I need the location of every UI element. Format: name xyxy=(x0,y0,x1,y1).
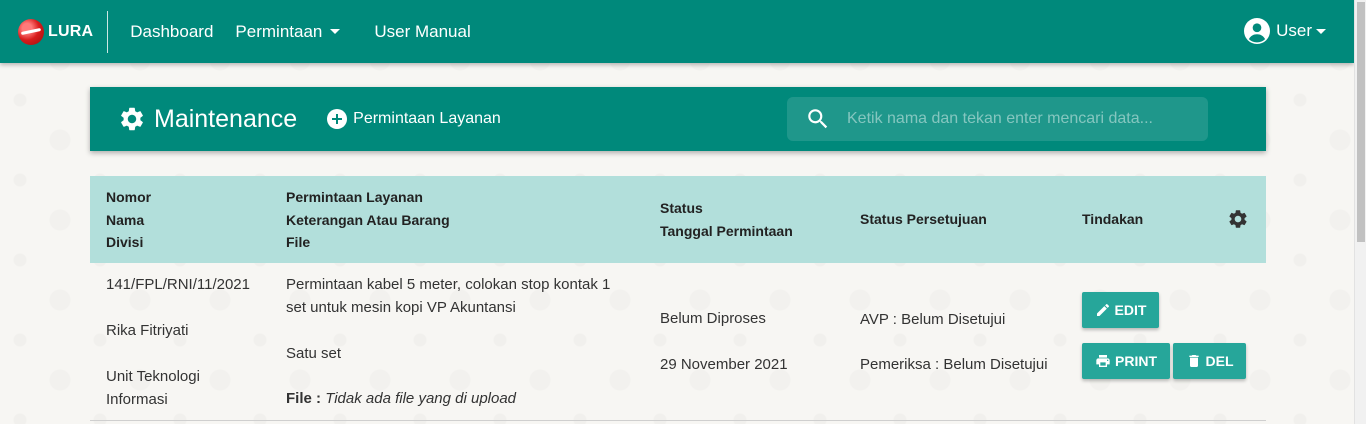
cell-permintaan: Permintaan kabel 5 meter, colokan stop k… xyxy=(286,273,610,319)
add-request-label: Permintaan Layanan xyxy=(353,110,501,127)
cell-nama: Rika Fitriyati xyxy=(106,322,189,339)
header-tindakan: Tindakan xyxy=(1082,211,1144,227)
header-persetujuan: Status Persetujuan xyxy=(860,211,987,227)
column-settings-gear-icon[interactable] xyxy=(1227,208,1249,230)
header-file: File xyxy=(286,234,311,250)
edit-button[interactable]: EDIT xyxy=(1082,292,1159,328)
cell-permintaan-line1: Permintaan kabel 5 meter, colokan stop k… xyxy=(286,276,611,293)
table-header: Nomor Nama Divisi Permintaan Layanan Ket… xyxy=(90,176,1266,263)
cell-keterangan: Satu set xyxy=(286,345,342,362)
cell-divisi-line2: Informasi xyxy=(106,391,168,408)
header-nomor: Nomor xyxy=(106,189,152,205)
search-input[interactable] xyxy=(847,110,1196,128)
header-nama: Nama xyxy=(106,211,145,228)
search-box xyxy=(787,97,1208,141)
user-circle-icon xyxy=(1244,18,1271,44)
header-col-status: Status Tanggal Permintaan xyxy=(660,197,793,242)
user-menu-label: User xyxy=(1276,21,1312,40)
delete-button[interactable]: DEL xyxy=(1173,343,1246,379)
plus-circle-icon xyxy=(327,109,348,129)
page-title: Maintenance xyxy=(118,105,297,134)
cell-divisi: Unit Teknologi Informasi xyxy=(106,365,200,411)
search-icon[interactable] xyxy=(805,106,831,132)
logo-icon xyxy=(18,18,44,45)
delete-button-label: DEL xyxy=(1205,353,1234,369)
cell-file-value: Tidak ada file yang di upload xyxy=(325,390,517,407)
gear-icon xyxy=(121,107,143,131)
table-row: 141/FPL/RNI/11/2021 Rika Fitriyati Unit … xyxy=(90,263,1266,421)
print-button[interactable]: PRINT xyxy=(1082,343,1170,379)
cell-persetujuan-pemeriksa: Pemeriksa : Belum Disetujui xyxy=(860,356,1048,373)
page-scrollbar[interactable] xyxy=(1354,0,1366,424)
edit-button-label: EDIT xyxy=(1114,302,1147,318)
header-col-request: Permintaan Layanan Keterangan Atau Baran… xyxy=(286,186,450,254)
scrollbar-thumb[interactable] xyxy=(1357,2,1365,242)
print-button-label: PRINT xyxy=(1115,353,1157,369)
cell-tanggal: 29 November 2021 xyxy=(660,356,788,373)
page-title-text: Maintenance xyxy=(154,104,298,133)
header-keterangan: Keterangan Atau Barang xyxy=(286,211,450,228)
header-divisi: Divisi xyxy=(106,234,144,250)
cell-persetujuan-avp: AVP : Belum Disetujui xyxy=(860,311,1006,328)
cell-divisi-line1: Unit Teknologi xyxy=(106,368,200,385)
nav-dashboard[interactable]: Dashboard xyxy=(130,22,213,42)
trash-icon xyxy=(1188,355,1199,367)
top-navbar: LURA Dashboard Permintaan User Manual Us… xyxy=(0,0,1354,63)
header-tanggal: Tanggal Permintaan xyxy=(660,222,793,239)
pencil-icon xyxy=(1096,303,1109,316)
brand-name: LURA xyxy=(48,22,94,40)
header-permintaan: Permintaan Layanan xyxy=(286,189,423,205)
cell-status: Belum Diproses xyxy=(660,310,766,327)
caret-down-icon xyxy=(1316,28,1326,34)
page-header-card: Maintenance Permintaan Layanan xyxy=(90,87,1266,151)
user-menu[interactable]: User xyxy=(1244,18,1326,44)
header-status: Status xyxy=(660,200,703,216)
cell-permintaan-line2: set untuk mesin kopi VP Akuntansi xyxy=(286,299,516,316)
nav-permintaan-label: Permintaan xyxy=(235,21,323,41)
cell-nomor: 141/FPL/RNI/11/2021 xyxy=(106,276,250,293)
cell-file: File : Tidak ada file yang di upload xyxy=(286,387,516,410)
nav-permintaan[interactable]: Permintaan xyxy=(235,21,341,42)
brand[interactable]: LURA xyxy=(0,10,109,53)
nav-user-manual[interactable]: User Manual xyxy=(374,22,470,42)
add-request-button[interactable]: Permintaan Layanan xyxy=(327,109,501,129)
header-col-identity: Nomor Nama Divisi xyxy=(106,186,151,254)
caret-down-icon xyxy=(330,29,341,34)
printer-icon xyxy=(1096,355,1110,367)
cell-file-label: File : xyxy=(286,390,322,407)
